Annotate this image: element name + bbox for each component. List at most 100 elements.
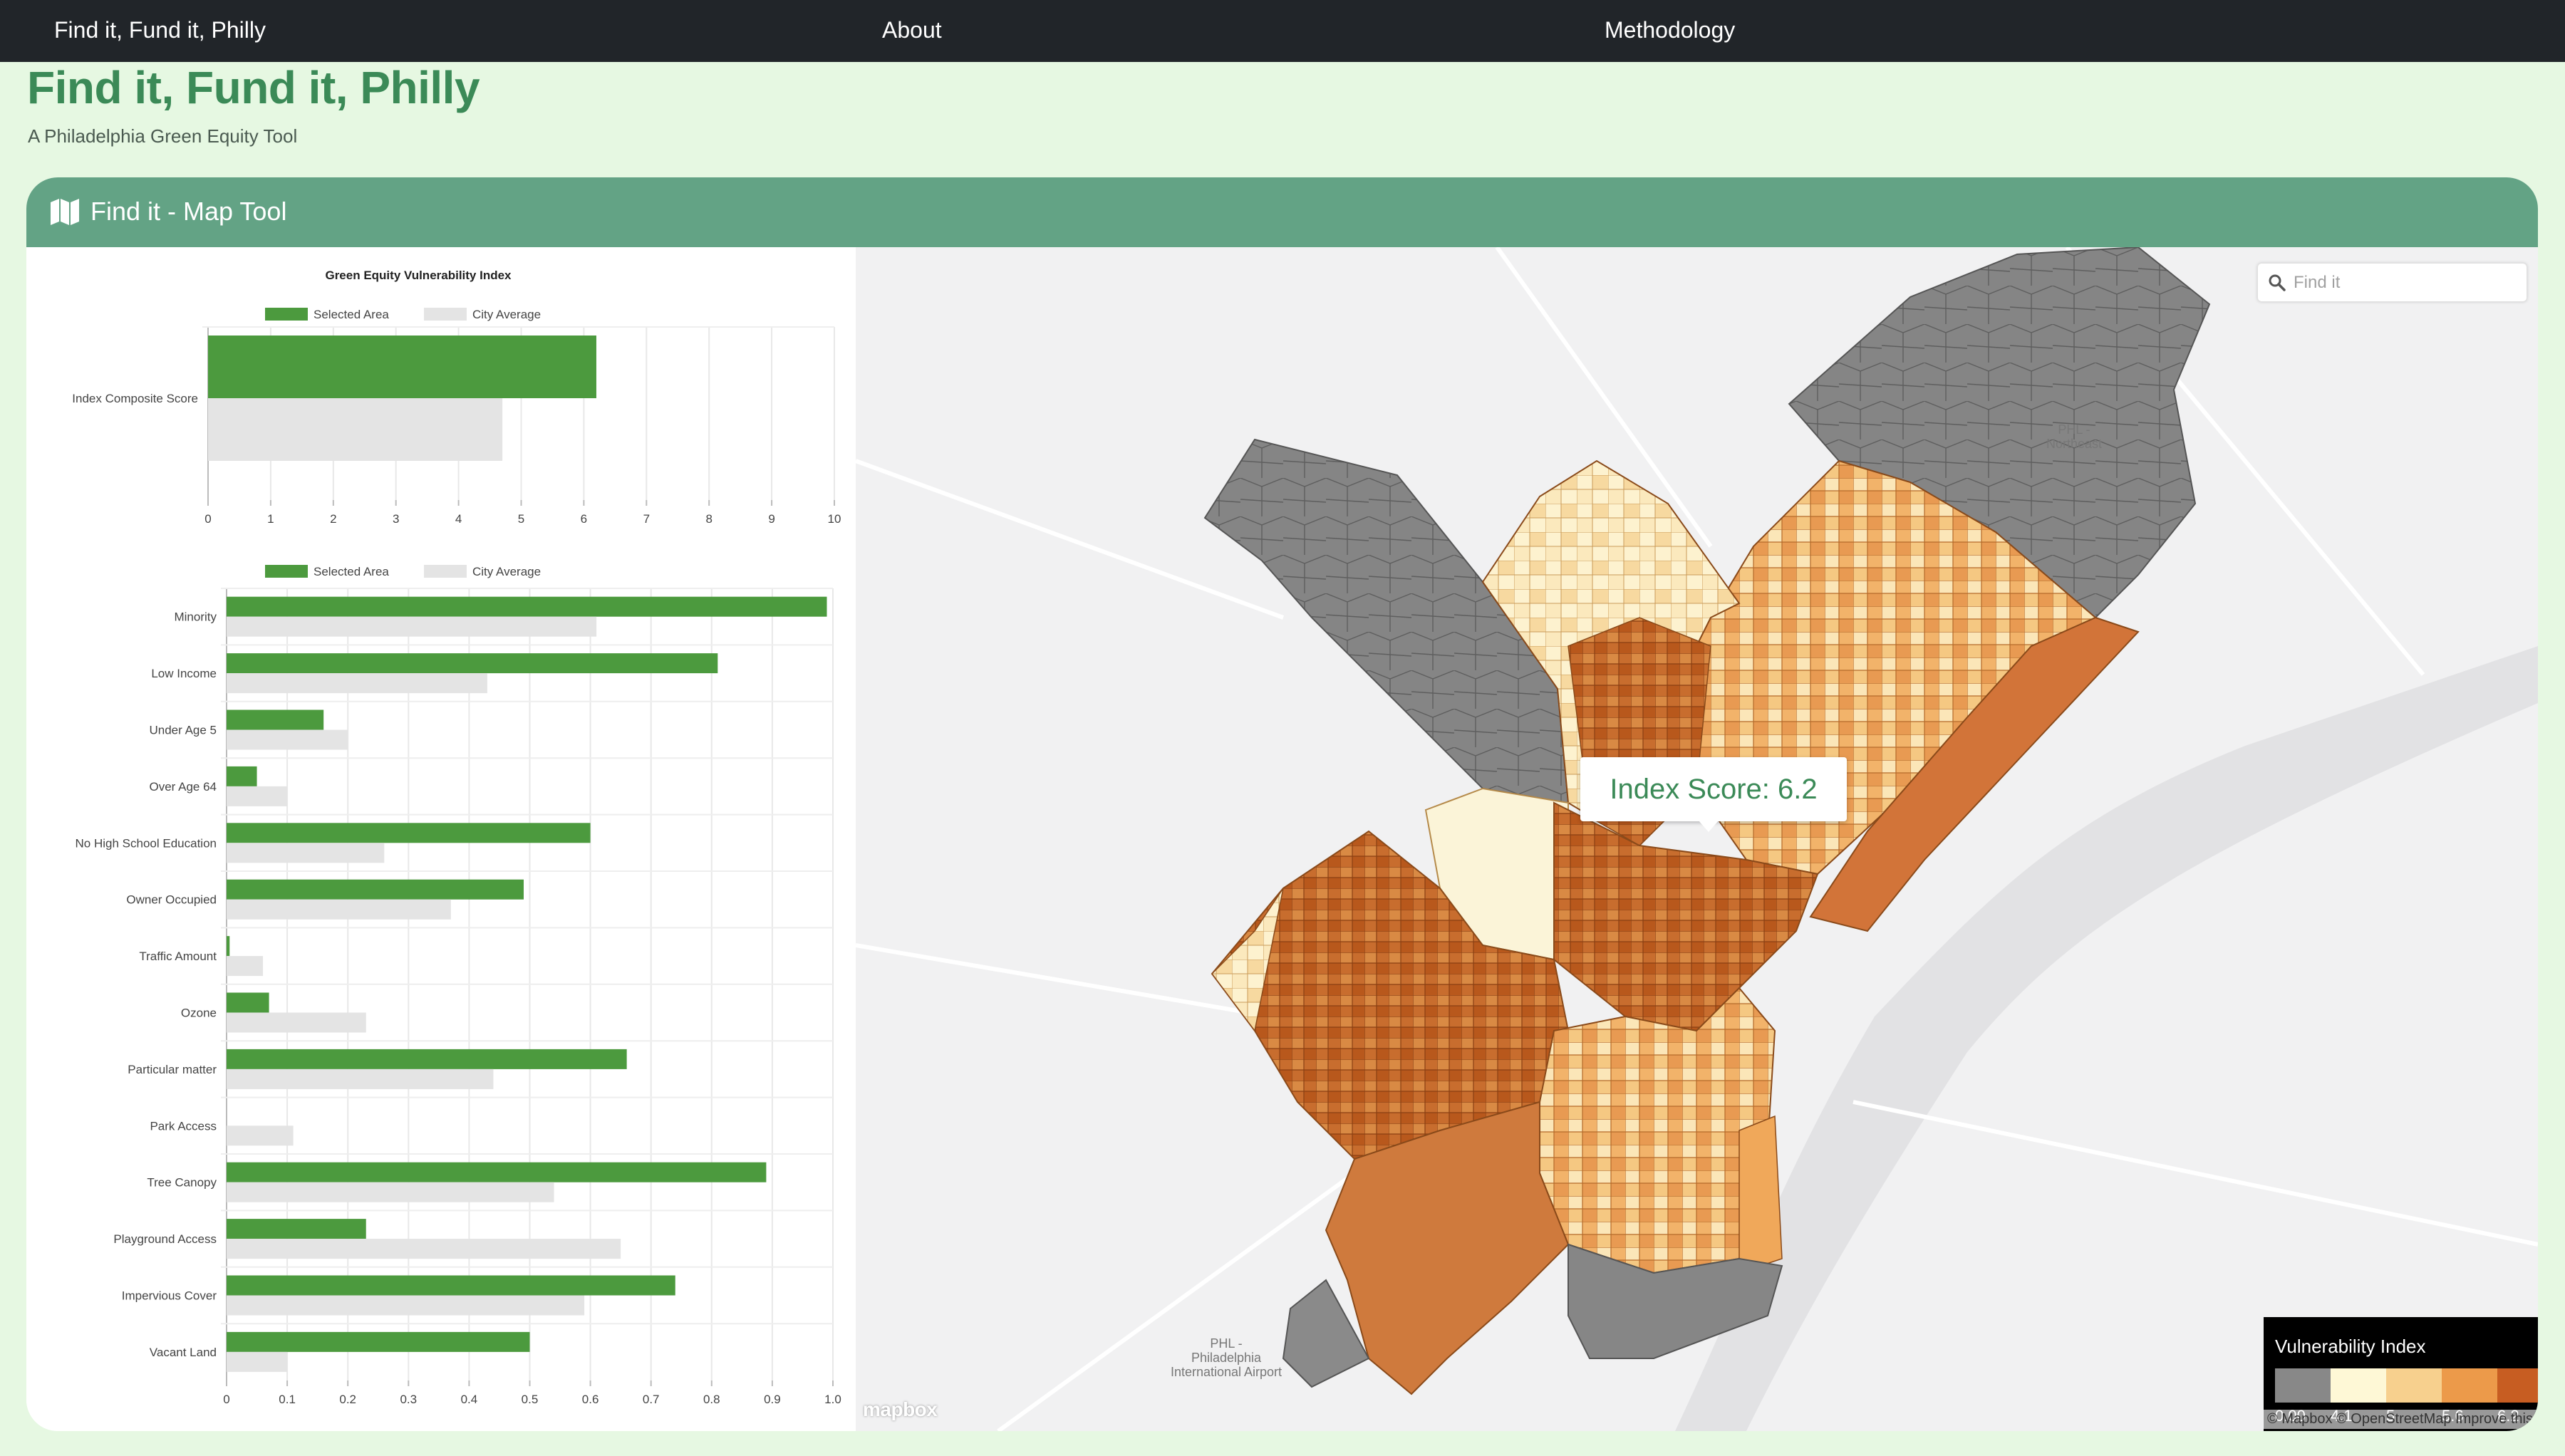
svg-text:International Airport: International Airport: [1171, 1365, 1282, 1379]
bar-selected: [227, 1275, 675, 1296]
bar-selected: [227, 1331, 530, 1352]
bar-selected: [227, 766, 257, 786]
category-label: Over Age 64: [149, 780, 217, 794]
chart-title: Green Equity Vulnerability Index: [325, 269, 512, 282]
bar-selected: [227, 879, 524, 900]
category-label: Ozone: [181, 1007, 217, 1020]
legend-title: Vulnerability Index: [2275, 1336, 2426, 1357]
bar-average: [227, 1239, 621, 1259]
map-label-ne: PHL -: [2058, 422, 2090, 437]
chart-panel: Green Equity Vulnerability Index Selecte…: [26, 247, 856, 1431]
legend-label-selected: Selected Area: [314, 565, 389, 578]
bar-selected: [227, 823, 591, 843]
x-tick-label: 0.5: [522, 1393, 539, 1406]
bar-selected: [227, 653, 718, 674]
search-input[interactable]: [2294, 269, 2514, 296]
geocoder-search[interactable]: [2257, 263, 2527, 302]
nav-methodology-link[interactable]: Methodology: [1605, 17, 1735, 43]
bar-average: [227, 673, 487, 694]
legend-swatches: [2275, 1368, 2538, 1403]
vulnerability-charts: Green Equity Vulnerability Index Selecte…: [72, 269, 841, 1406]
map-tool-card: Find it - Map Tool Green Equity Vulnerab…: [26, 177, 2538, 1431]
bar-selected: [227, 1049, 627, 1069]
x-tick-label: 10: [828, 512, 841, 526]
bar-selected: [227, 1162, 767, 1182]
x-tick-label: 2: [330, 512, 336, 526]
page-subtitle: A Philadelphia Green Equity Tool: [28, 125, 298, 147]
svg-text:Philadelphia: Philadelphia: [1191, 1351, 1262, 1365]
x-tick-label: 0.9: [764, 1393, 781, 1406]
svg-text:Northeast: Northeast: [2046, 437, 2102, 451]
legend-swatch-selected: [265, 565, 308, 578]
x-tick-label: 5: [518, 512, 524, 526]
x-tick-label: 8: [705, 512, 712, 526]
chart2-legend: Selected Area City Average: [265, 565, 541, 578]
map-label-airport: PHL -: [1210, 1336, 1242, 1351]
bar-selected: [227, 596, 827, 617]
bar-average: [227, 1295, 585, 1316]
legend-label-average: City Average: [472, 308, 541, 321]
category-label: Vacant Land: [150, 1346, 217, 1359]
x-tick-label: 0.2: [339, 1393, 356, 1406]
x-tick-label: 0.3: [400, 1393, 417, 1406]
bar-selected: [208, 336, 596, 398]
category-label: Under Age 5: [149, 724, 217, 737]
legend-swatch-average: [424, 565, 467, 578]
map[interactable]: PHL - Northeast PHL - Philadelphia Inter…: [856, 247, 2538, 1431]
category-label: Playground Access: [113, 1232, 217, 1246]
x-tick-label: 0.4: [461, 1393, 478, 1406]
bar-selected: [227, 936, 230, 957]
mapbox-logo[interactable]: mapbox: [863, 1398, 938, 1421]
composite-score-chart: 0 1 2 3 4 5 6 7 8 9 10 Index Composite Score: [72, 326, 841, 526]
bar-average: [227, 729, 348, 750]
bar-average: [227, 1125, 294, 1146]
page-title: Find it, Fund it, Philly: [27, 62, 480, 113]
category-label: Park Access: [150, 1119, 217, 1133]
bar-selected: [227, 992, 269, 1013]
bar-average: [227, 956, 264, 977]
navbar: Find it, Fund it, Philly About Methodolo…: [0, 0, 2565, 62]
nav-about-link[interactable]: About: [882, 17, 942, 43]
legend-swatch: [2442, 1368, 2497, 1403]
chart1-legend: Selected Area City Average: [265, 308, 541, 321]
category-label: Index Composite Score: [72, 392, 198, 405]
nav-brand-link[interactable]: Find it, Fund it, Philly: [54, 17, 266, 43]
index-score-tooltip: Index Score: 6.2: [1580, 757, 1847, 821]
bar-selected: [227, 1219, 366, 1239]
category-label: Tree Canopy: [147, 1176, 217, 1190]
x-tick-label: 9: [768, 512, 774, 526]
category-label: Minority: [174, 610, 217, 624]
category-label: No High School Education: [76, 836, 217, 850]
x-tick-label: 3: [393, 512, 399, 526]
legend-swatch: [2331, 1368, 2386, 1403]
map-attribution[interactable]: © Mapbox © OpenStreetMap Improve this ma…: [2263, 1410, 2538, 1429]
bar-average: [208, 398, 503, 461]
card-title: Find it - Map Tool: [90, 197, 287, 226]
category-label: Low Income: [151, 667, 217, 680]
x-tick-label: 7: [643, 512, 650, 526]
x-tick-label: 0.8: [703, 1393, 720, 1406]
tooltip-pointer: [1699, 821, 1719, 832]
legend-swatch-selected: [265, 308, 308, 321]
x-tick-label: 1: [267, 512, 274, 526]
category-label: Particular matter: [128, 1063, 217, 1076]
bar-average: [227, 843, 385, 863]
x-tick-label: 0.6: [582, 1393, 599, 1406]
category-label: Impervious Cover: [122, 1289, 217, 1303]
legend-label-average: City Average: [472, 565, 541, 578]
x-tick-label: 4: [455, 512, 462, 526]
x-tick-label: 0: [223, 1393, 229, 1406]
bar-average: [227, 616, 597, 637]
bar-selected: [227, 709, 324, 730]
bar-average: [227, 786, 288, 806]
map-icon: [51, 199, 79, 225]
x-tick-label: 1.0: [824, 1393, 841, 1406]
card-header: Find it - Map Tool: [26, 177, 2538, 247]
search-icon: [2269, 274, 2286, 291]
bar-average: [227, 1012, 366, 1033]
map-basemap[interactable]: PHL - Northeast PHL - Philadelphia Inter…: [856, 247, 2538, 1431]
legend-swatch: [2386, 1368, 2442, 1403]
bar-average: [227, 1068, 494, 1089]
x-tick-label: 0: [204, 512, 211, 526]
bar-average: [227, 899, 451, 920]
